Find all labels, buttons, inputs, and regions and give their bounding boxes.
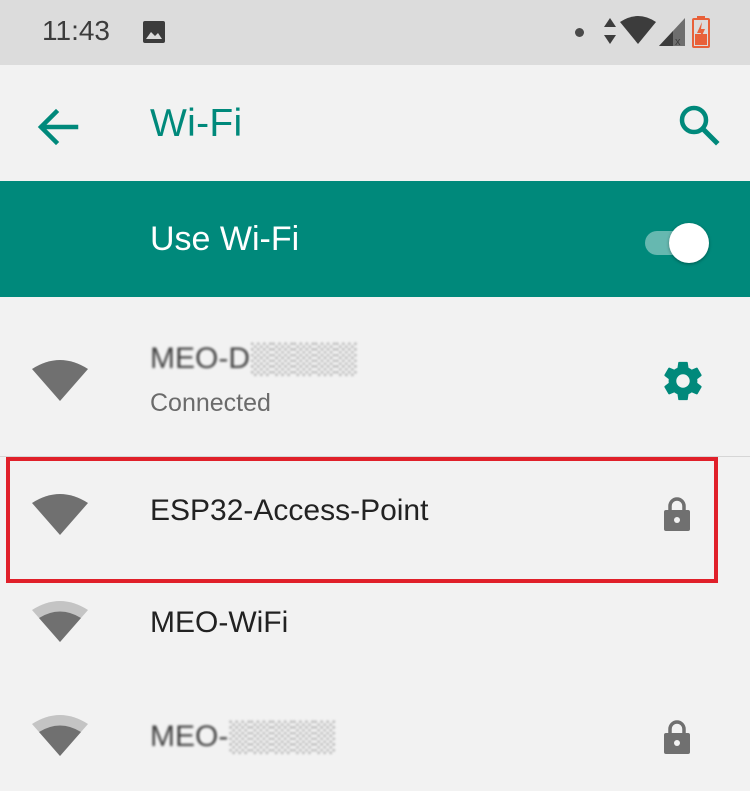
gear-icon xyxy=(664,361,702,401)
app-bar: Wi-Fi xyxy=(0,65,750,181)
network-name: MEO-D░░░░░ xyxy=(150,342,357,375)
network-item-meo-secured[interactable]: MEO-░░░░░ xyxy=(0,692,750,791)
cell-signal-icon: x xyxy=(659,18,685,46)
wifi-signal-icon xyxy=(620,16,656,44)
network-settings-button[interactable] xyxy=(660,358,706,409)
svg-text:x: x xyxy=(675,36,681,46)
network-name: MEO-WiFi xyxy=(150,606,289,639)
wifi-master-switch-bar[interactable]: Use Wi-Fi xyxy=(0,181,750,297)
notification-dot-icon xyxy=(575,28,584,37)
back-button[interactable] xyxy=(36,107,80,147)
network-name: MEO-░░░░░ xyxy=(150,720,335,753)
wifi-signal-full-icon xyxy=(32,494,88,535)
search-icon xyxy=(679,105,720,146)
wifi-signal-medium-icon xyxy=(32,715,88,756)
lock-icon xyxy=(664,720,690,754)
wifi-signal-medium-icon xyxy=(32,601,88,642)
network-name: ESP32-Access-Point xyxy=(150,494,429,527)
page-title: Wi-Fi xyxy=(150,102,243,145)
network-item-meo-wifi[interactable]: MEO-WiFi xyxy=(0,580,750,690)
lock-icon xyxy=(664,497,690,531)
status-bar: 11:43 x xyxy=(0,0,750,65)
wifi-toggle[interactable] xyxy=(641,221,713,263)
image-icon xyxy=(143,21,165,43)
wifi-switch-label: Use Wi-Fi xyxy=(150,220,300,258)
status-time: 11:43 xyxy=(42,15,110,46)
network-item-esp32[interactable]: ESP32-Access-Point xyxy=(0,457,750,577)
toggle-thumb xyxy=(669,223,709,263)
battery-charging-icon xyxy=(692,16,710,48)
wifi-signal-full-icon xyxy=(32,360,88,401)
arrow-back-icon xyxy=(37,108,79,146)
data-updown-icon xyxy=(604,18,616,44)
network-item-connected[interactable]: MEO-D░░░░░ Connected xyxy=(0,297,750,456)
network-status: Connected xyxy=(150,389,271,417)
search-button[interactable] xyxy=(676,103,724,151)
